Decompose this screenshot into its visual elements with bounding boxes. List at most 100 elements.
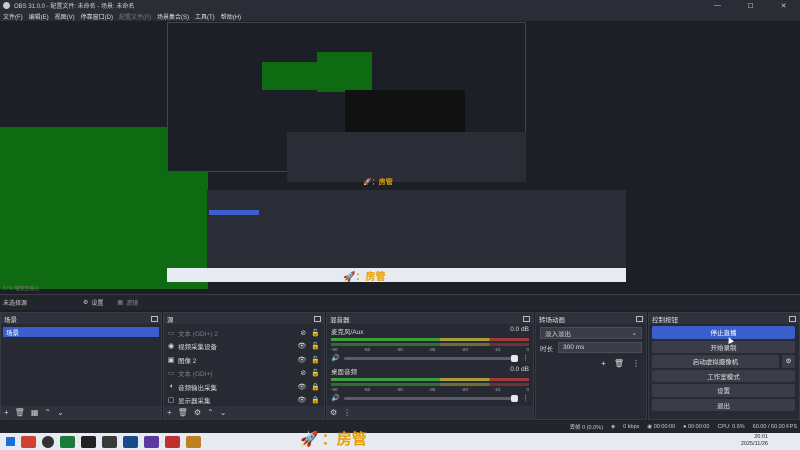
channel-db: 0.0 dB [510,366,529,373]
source-row[interactable]: ▢ 显示器采集 👁 🔒 [164,394,324,408]
menu-docks[interactable]: 停靠窗口(D) [81,12,113,21]
menu-edit[interactable]: 编辑(E) [29,12,49,21]
menu-profile[interactable]: 配置文件(P) [119,12,151,21]
zoom-readout: 57% 缩放查看(i) [3,286,39,292]
stop-streaming-button[interactable]: 停止直播 [652,326,795,339]
transitions-dock: 转场动画 淡入淡出 ⌄ 时长 300 ms + 🗑 ⋮ [535,312,647,420]
up-arrow-icon[interactable]: ⌃ [44,408,51,417]
close-button[interactable]: ✕ [767,0,800,11]
menu-dots-icon[interactable]: ⋮ [522,354,529,362]
virtual-camera-settings-button[interactable]: ⚙ [782,355,795,368]
filter-icon[interactable]: ▦ [31,408,39,417]
volume-slider[interactable] [343,394,518,402]
visibility-icon[interactable]: 👁 [297,342,306,350]
start-virtual-camera-button[interactable]: 启动虚拟摄像机 [652,355,779,368]
menu-dots-icon[interactable]: ⋮ [343,408,351,417]
add-icon[interactable]: + [4,408,9,417]
fps: 60.00 / 60.00 FPS [752,424,797,430]
speaker-icon[interactable]: 🔊 [331,394,340,402]
trash-icon[interactable]: 🗑 [614,359,624,368]
up-arrow-icon[interactable]: ⌃ [207,408,214,417]
source-filters-button[interactable]: ▦ 滤镜 [117,298,138,307]
down-arrow-icon[interactable]: ⌄ [220,408,227,417]
menu-file[interactable]: 文件(F) [3,12,23,21]
gear-icon: ⚙ [83,300,89,306]
menu-view[interactable]: 视图(V) [55,12,75,21]
mixer-dock: 混音器 麦克风/Aux 0.0 dB -60 -50 -40 -30 -20 -10 0 🔊 ⋮… [326,312,534,420]
undock-icon[interactable] [314,315,321,322]
undock-icon[interactable] [151,315,158,322]
lock-icon[interactable]: 🔓 [311,329,320,337]
channel-name: 桌面音频 [331,369,357,376]
source-row[interactable]: ◉ 视频采集设备 👁 🔓 [164,340,324,354]
volume-knob[interactable] [511,394,518,402]
lock-icon[interactable]: 🔒 [311,383,320,391]
add-icon[interactable]: + [167,408,172,417]
transition-select[interactable]: 淡入淡出 ⌄ [540,327,642,339]
app-icon[interactable] [102,435,117,448]
menu-tools[interactable]: 工具(T) [195,12,215,21]
system-clock[interactable]: 20:01 2025/11/26 [741,434,768,448]
nested-scene-selected [209,210,259,215]
rec-time: ● 00:00:00 [683,424,710,430]
add-icon[interactable]: + [601,359,606,368]
gear-icon[interactable]: ⚙ [194,408,201,417]
obs-taskbar-icon[interactable] [42,435,54,448]
menu-help[interactable]: 帮助(H) [221,12,241,21]
source-row[interactable]: ▭ 文本 (GDI+) ⊘ 🔓 [164,367,324,381]
text-icon: ▭ [167,370,175,378]
down-arrow-icon[interactable]: ⌄ [57,408,64,417]
visibility-icon[interactable]: ⊘ [300,329,306,337]
filter-icon: ▦ [117,300,124,306]
source-row[interactable]: ◖ 音频输出采集 👁 🔒 [164,380,324,394]
undock-icon[interactable] [789,315,796,322]
duration-input[interactable]: 300 ms [558,342,642,353]
visibility-icon[interactable]: 👁 [297,396,306,404]
undock-icon[interactable] [636,315,643,322]
menu-dots-icon[interactable]: ⋮ [632,359,640,368]
visibility-icon[interactable]: 👁 [297,356,306,364]
lock-icon[interactable]: 🔓 [311,342,320,350]
lock-icon[interactable]: 🔒 [311,396,320,404]
scene-item[interactable]: 场景 [3,327,159,337]
cpu-usage: CPU: 0.6% [717,424,745,430]
level-meter [331,383,529,386]
window-title: OBS 31.0.0 - 配置文件: 未命名 - 场景: 未命名 [14,4,135,10]
settings-button[interactable]: 设置 [652,384,795,397]
app-icon[interactable] [81,435,96,448]
minimize-button[interactable]: — [701,0,734,11]
windows-start-icon[interactable] [6,437,15,446]
record-icon: ● [683,424,687,430]
source-row[interactable]: ▭ 文本 (GDI+) 2 ⊘ 🔓 [164,326,324,340]
taskbar-overlay-text: 🚀 ：房管 [300,430,367,449]
trash-icon[interactable]: 🗑 [178,408,188,417]
visibility-icon[interactable]: ⊘ [300,369,306,377]
volume-knob[interactable] [511,354,518,362]
visibility-icon[interactable]: 👁 [297,383,306,391]
volume-slider[interactable] [343,354,518,362]
undock-icon[interactable] [523,315,530,322]
menu-dots-icon[interactable]: ⋮ [522,394,529,402]
network-icon: ◈ [610,424,616,430]
studio-mode-button[interactable]: 工作室模式 [652,369,795,382]
source-row[interactable]: ▣ 图像 2 👁 🔓 [164,353,324,367]
gear-icon[interactable]: ⚙ [330,408,337,417]
lock-icon[interactable]: 🔓 [311,356,320,364]
app-icon[interactable] [186,435,201,448]
speaker-icon[interactable]: 🔊 [331,354,340,362]
controls-title: 控制按钮 [652,316,678,324]
preview-canvas[interactable]: 🚀：房管 🚀：房管 [167,22,626,284]
maximize-button[interactable]: ☐ [734,0,767,11]
menu-scene-collection[interactable]: 场景集合(S) [157,12,189,21]
lock-icon[interactable]: 🔓 [311,369,320,377]
app-icon[interactable] [60,435,75,448]
app-icon[interactable] [144,435,159,448]
source-toolbar: 未选择源 ⚙ 设置 ▦ 滤镜 [0,294,800,310]
app-icon[interactable] [21,435,36,448]
trash-icon[interactable]: 🗑 [15,408,25,417]
start-recording-button[interactable]: 开始录制 [652,340,795,353]
source-properties-button[interactable]: ⚙ 设置 [83,298,103,307]
app-icon[interactable] [123,435,138,448]
exit-button[interactable]: 退出 [652,398,795,411]
app-icon[interactable] [165,435,180,448]
